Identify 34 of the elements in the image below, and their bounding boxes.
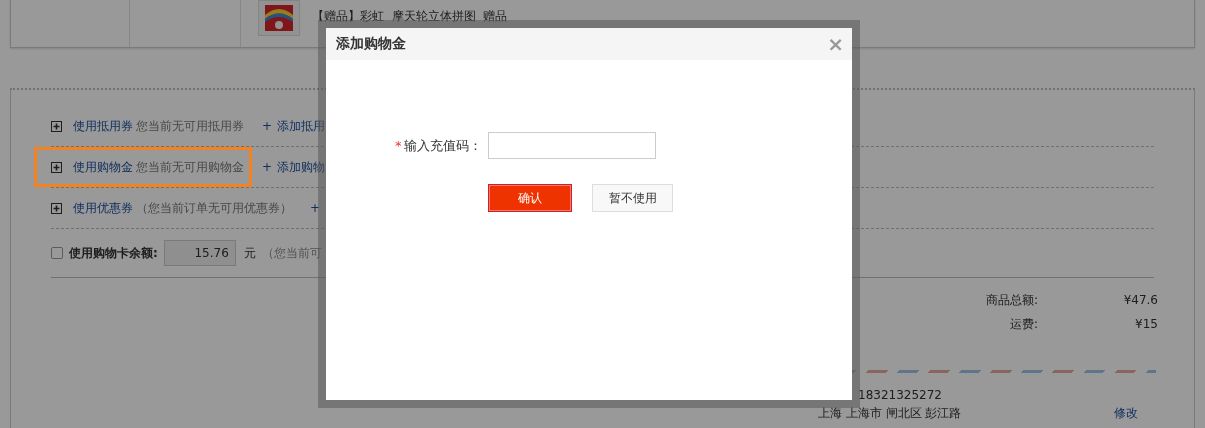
add-link[interactable]: 添加抵用 <box>277 117 326 135</box>
expand-icon[interactable] <box>51 202 62 214</box>
close-button[interactable]: × <box>825 34 846 54</box>
required-mark: * <box>395 138 402 153</box>
option-link[interactable]: 使用购物金 <box>73 158 133 176</box>
confirm-button[interactable]: 确认 <box>488 184 572 212</box>
balance-field[interactable]: 15.76 <box>163 240 236 266</box>
add-plus: + <box>262 119 273 133</box>
balance-label: 使用购物卡余额: <box>69 244 158 262</box>
option-link[interactable]: 使用优惠券 <box>73 199 133 217</box>
summary-label: 运费: <box>1008 315 1038 333</box>
option-note: 您当前无可用抵用券 <box>136 117 244 135</box>
add-plus: + <box>310 201 321 215</box>
currency-unit: 元 <box>243 244 256 262</box>
input-field[interactable] <box>487 132 656 159</box>
field-label: 输入充值码： <box>403 136 482 155</box>
option-note: 您当前无可用购物金 <box>136 158 244 176</box>
product-name: 【赠品】彩虹 摩天轮立体拼图 赠品 <box>312 8 508 25</box>
skip-button[interactable]: 暂不使用 <box>592 184 673 212</box>
checkbox[interactable] <box>51 247 63 259</box>
expand-icon[interactable] <box>51 120 62 132</box>
summary-value: ¥15 <box>1134 317 1158 331</box>
edit-link[interactable]: 修改 <box>1114 404 1138 422</box>
option-link[interactable]: 使用抵用券 <box>73 117 133 135</box>
add-plus: + <box>262 160 273 174</box>
dialog-title: 添加购物金 <box>336 35 406 53</box>
expand-icon[interactable] <box>51 161 62 173</box>
summary-value: ¥47.6 <box>1122 293 1158 307</box>
balance-note: （您当前可 <box>261 244 322 262</box>
add-link[interactable]: 添加购物 <box>277 158 326 176</box>
option-note: （您当前订单无可用优惠券） <box>136 199 292 217</box>
summary-label: 商品总额: <box>984 291 1038 309</box>
phone-number: 18321325272 <box>858 387 942 404</box>
address-text: 上海 上海市 闸北区 彭江路 <box>818 405 962 422</box>
